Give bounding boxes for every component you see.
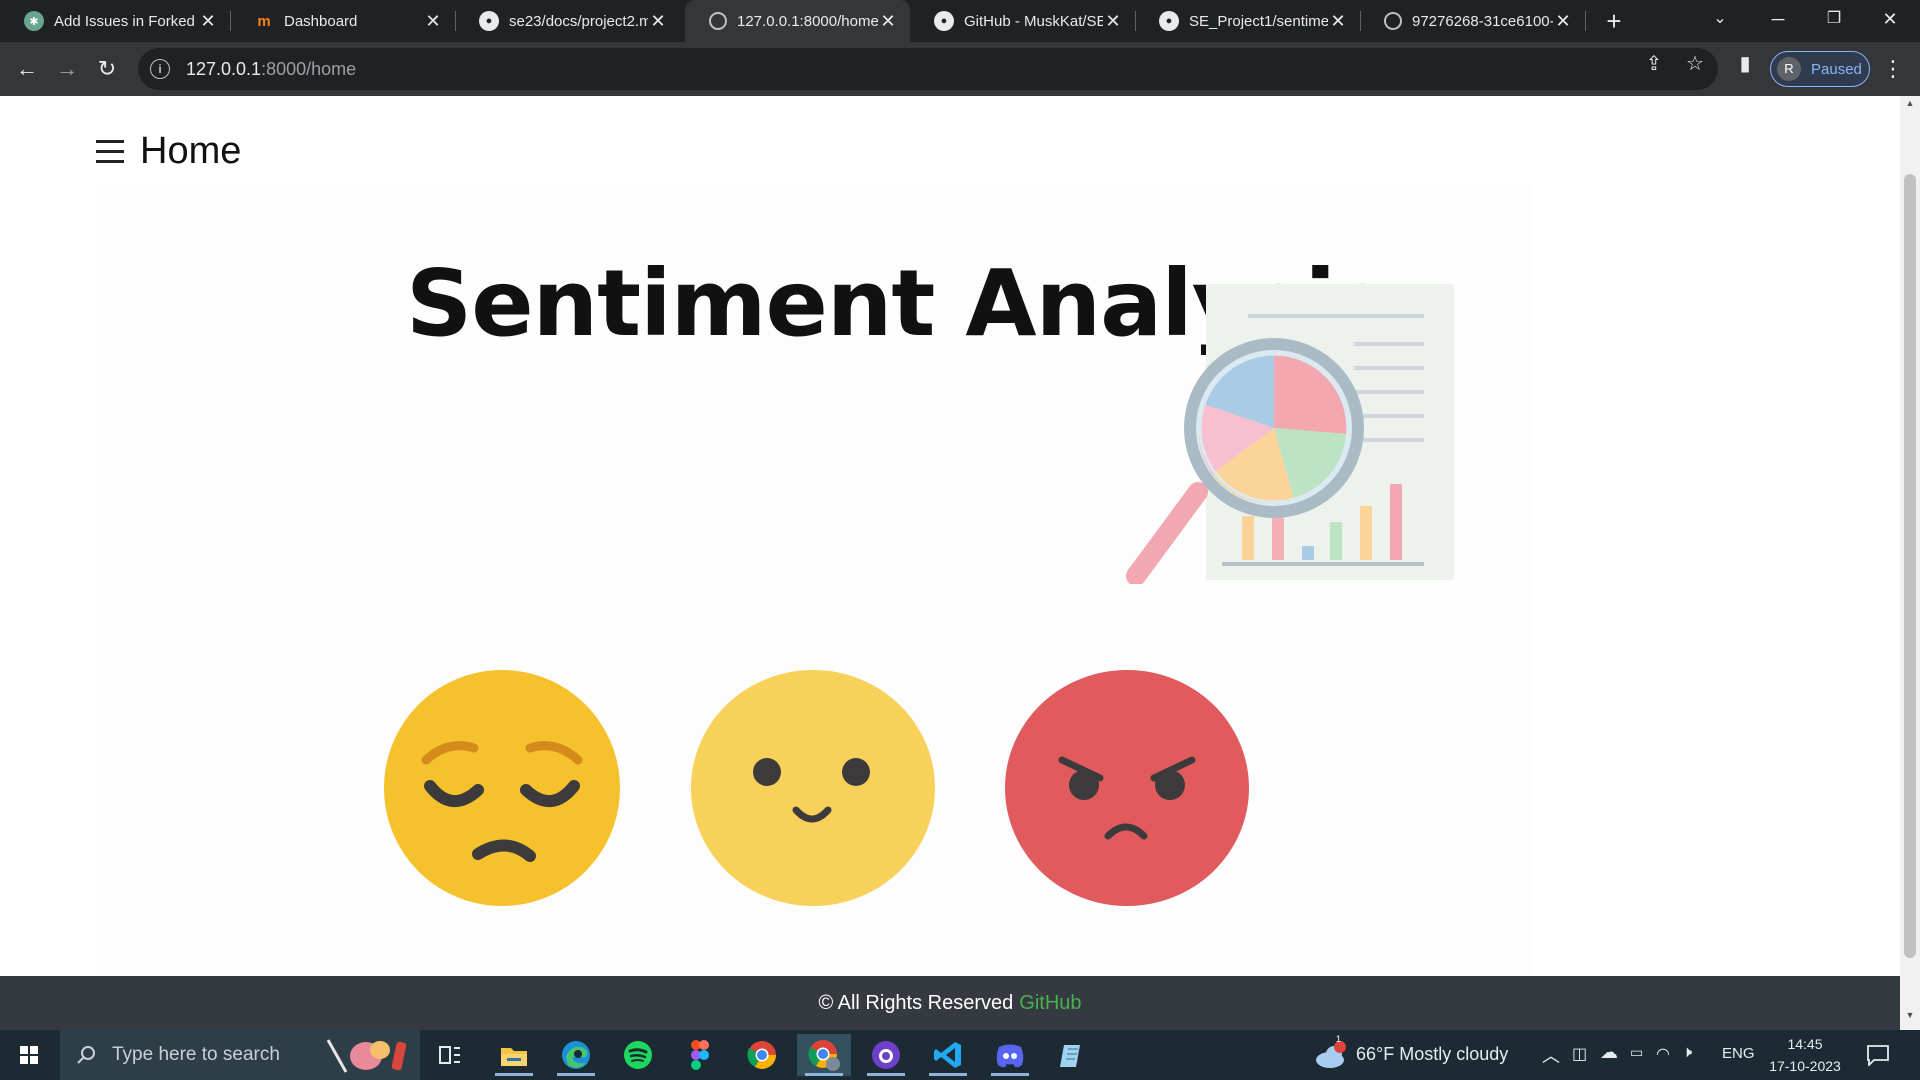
weather-condition: Mostly cloudy xyxy=(1399,1044,1509,1064)
search-placeholder: Type here to search xyxy=(112,1044,280,1065)
windows-start-icon[interactable] xyxy=(0,1030,58,1080)
avatar: R xyxy=(1777,57,1801,81)
happy-face-icon xyxy=(691,670,935,906)
github-icon: ● xyxy=(479,11,499,31)
tab-7[interactable]: 97276268-31ce6100- ✕ xyxy=(1360,0,1585,42)
angry-face-icon xyxy=(1005,670,1249,906)
close-icon[interactable]: ✕ xyxy=(1328,11,1348,32)
discord-icon[interactable] xyxy=(983,1034,1037,1076)
clock-date: 17-10-2023 xyxy=(1769,1058,1841,1074)
chatgpt-icon: ✱ xyxy=(24,11,44,31)
share-icon[interactable]: ⇪ xyxy=(1642,52,1666,76)
footer: © All Rights Reserved GitHub xyxy=(0,976,1900,1030)
new-tab-button[interactable]: + xyxy=(1598,4,1630,38)
search-icon xyxy=(77,1046,95,1064)
file-explorer-icon[interactable] xyxy=(487,1034,541,1076)
site-info-icon[interactable]: i xyxy=(150,59,170,79)
figma-icon[interactable] xyxy=(673,1034,727,1076)
github-desktop-icon[interactable] xyxy=(859,1034,913,1076)
speaker-muted-icon[interactable]: 🕨 xyxy=(1682,1044,1692,1062)
weather-badge: 1 xyxy=(1336,1034,1342,1044)
chrome-icon[interactable] xyxy=(735,1034,789,1076)
clock-time: 14:45 xyxy=(1787,1036,1823,1052)
footer-github-link[interactable]: GitHub xyxy=(1019,992,1081,1015)
minimize-button[interactable]: ─ xyxy=(1752,0,1804,40)
url-host: 127.0.0.1 xyxy=(186,58,262,79)
tab-title: 97276268-31ce6100- xyxy=(1412,12,1553,30)
taskbar-search-input[interactable]: Type here to search xyxy=(60,1030,420,1080)
windows-taskbar: Type here to search 1 66°F Mostly cloudy… xyxy=(0,1030,1920,1080)
close-icon[interactable]: ✕ xyxy=(648,11,668,32)
battery-icon[interactable]: ▭ xyxy=(1630,1044,1643,1061)
bookmark-star-icon[interactable]: ☆ xyxy=(1683,52,1707,76)
tab-4-active[interactable]: 127.0.0.1:8000/home ✕ xyxy=(685,0,910,42)
sad-face-icon xyxy=(384,670,620,906)
task-view-icon[interactable] xyxy=(423,1034,477,1076)
globe-icon xyxy=(1384,12,1402,30)
wifi-icon[interactable]: ◠ xyxy=(1656,1044,1670,1064)
forward-button[interactable]: → xyxy=(52,54,82,84)
tab-title: Dashboard xyxy=(284,12,358,30)
tab-2[interactable]: m Dashboard ✕ xyxy=(230,0,455,42)
footer-copyright: © All Rights Reserved xyxy=(818,991,1014,1014)
hamburger-menu-icon[interactable] xyxy=(96,139,126,165)
page-title: Home xyxy=(140,130,242,172)
tab-title: SE_Project1/sentimen xyxy=(1189,12,1328,30)
weather-widget[interactable]: 66°F Mostly cloudy xyxy=(1356,1044,1508,1065)
tab-1[interactable]: ✱ Add Issues in Forked ✕ xyxy=(0,0,230,42)
scroll-up-icon[interactable]: ▲ xyxy=(1900,98,1920,114)
close-icon[interactable]: ✕ xyxy=(198,11,218,32)
moodle-icon: m xyxy=(257,12,271,30)
browser-toolbar: ← → ↻ i 127.0.0.1:8000/home ⇪ ☆ ▮ R Paus… xyxy=(0,42,1920,96)
side-panel-icon[interactable]: ▮ xyxy=(1733,52,1757,76)
close-icon[interactable]: ✕ xyxy=(1553,11,1573,32)
hero-image: Sentiment Analysis xyxy=(96,184,1534,976)
weather-temp: 66°F xyxy=(1356,1044,1395,1064)
globe-icon xyxy=(709,12,727,30)
scroll-down-icon[interactable]: ▼ xyxy=(1900,1010,1920,1026)
address-url[interactable]: 127.0.0.1:8000/home xyxy=(186,59,356,80)
tab-search-icon[interactable]: ⌄ xyxy=(1694,0,1746,40)
tab-3[interactable]: ● se23/docs/project2.m ✕ xyxy=(455,0,680,42)
profile-button[interactable]: R Paused xyxy=(1770,51,1870,87)
search-highlight-art-icon xyxy=(326,1039,407,1073)
scrollbar-thumb[interactable] xyxy=(1904,174,1916,958)
spotify-icon[interactable] xyxy=(611,1034,665,1076)
tab-strip: ✱ Add Issues in Forked ✕ m Dashboard ✕ ●… xyxy=(0,0,1920,42)
profile-status: Paused xyxy=(1811,60,1862,78)
page-viewport: Home Sentiment Analysis © All Rights Res… xyxy=(0,96,1920,1030)
notification-center-icon[interactable] xyxy=(1866,1044,1890,1066)
url-path: :8000/home xyxy=(261,58,357,79)
close-icon[interactable]: ✕ xyxy=(878,11,898,32)
github-icon: ● xyxy=(1159,11,1179,31)
reload-button[interactable]: ↻ xyxy=(92,54,122,84)
tab-title: GitHub - MuskKat/SE xyxy=(964,12,1103,30)
edge-icon[interactable] xyxy=(549,1034,603,1076)
close-window-button[interactable]: ✕ xyxy=(1864,0,1916,40)
language-indicator[interactable]: ENG xyxy=(1722,1045,1755,1062)
notepad-icon[interactable] xyxy=(1045,1034,1099,1076)
restore-button[interactable]: ❐ xyxy=(1808,0,1860,40)
tab-title: Add Issues in Forked xyxy=(54,12,195,30)
tab-title: se23/docs/project2.m xyxy=(509,12,648,30)
close-icon[interactable]: ✕ xyxy=(423,11,443,32)
tab-5[interactable]: ● GitHub - MuskKat/SE ✕ xyxy=(910,0,1135,42)
chrome-profile-icon[interactable] xyxy=(797,1034,851,1076)
report-magnifier-icon xyxy=(1126,284,1454,584)
address-bar[interactable]: i 127.0.0.1:8000/home xyxy=(138,48,1718,90)
meet-now-icon[interactable]: ◫ xyxy=(1572,1044,1587,1064)
github-icon: ● xyxy=(934,11,954,31)
tab-title: 127.0.0.1:8000/home xyxy=(737,12,878,30)
tray-chevron-up-icon[interactable]: ︿ xyxy=(1542,1042,1560,1068)
onedrive-cloud-icon[interactable]: ☁ xyxy=(1600,1042,1618,1063)
tab-6[interactable]: ● SE_Project1/sentimen ✕ xyxy=(1135,0,1360,42)
weather-cloud-icon[interactable] xyxy=(1312,1040,1350,1070)
menu-icon[interactable]: ⋮ xyxy=(1880,54,1906,84)
page-header: Home xyxy=(96,130,241,173)
taskbar-clock[interactable]: 14:45 17-10-2023 xyxy=(1760,1033,1850,1077)
back-button[interactable]: ← xyxy=(12,54,42,84)
page-scrollbar[interactable]: ▲ ▼ xyxy=(1900,96,1920,1030)
close-icon[interactable]: ✕ xyxy=(1103,11,1123,32)
vscode-icon[interactable] xyxy=(921,1034,975,1076)
